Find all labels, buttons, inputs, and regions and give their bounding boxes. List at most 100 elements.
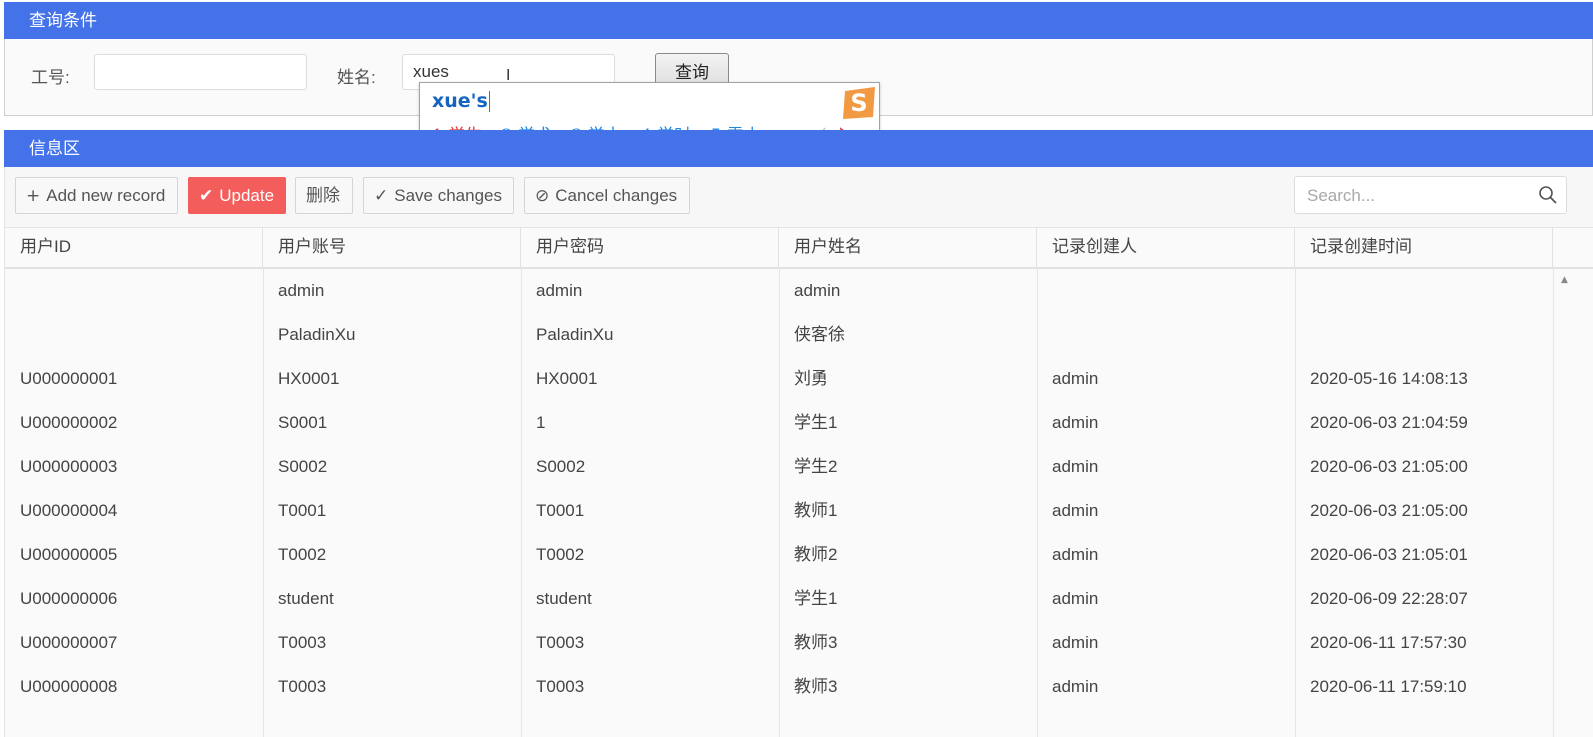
column-header[interactable]: 记录创建时间 bbox=[1295, 228, 1553, 268]
search-icon[interactable] bbox=[1538, 185, 1558, 210]
table-cell[interactable] bbox=[1037, 269, 1295, 313]
table-cell[interactable]: U000000005 bbox=[5, 533, 263, 577]
table-cell[interactable]: T0001 bbox=[263, 489, 521, 533]
table-cell[interactable]: 学生1 bbox=[779, 401, 1037, 445]
table-cell[interactable]: S0001 bbox=[263, 401, 521, 445]
table-cell[interactable]: 2020-06-03 21:05:01 bbox=[1295, 533, 1553, 577]
table-cell[interactable]: PaladinXu bbox=[263, 313, 521, 357]
table-row[interactable]: U000000002 S0001 1 学生1 admin 2020-06-03 21:04… bbox=[5, 401, 1560, 445]
table-cell[interactable]: 2020-06-03 21:04:59 bbox=[1295, 401, 1553, 445]
vertical-scrollbar[interactable]: ▲ bbox=[1559, 269, 1572, 737]
table-cell[interactable]: admin bbox=[1037, 489, 1295, 533]
search-input[interactable] bbox=[1305, 185, 1529, 207]
add-record-button[interactable]: + Add new record bbox=[15, 177, 178, 214]
update-button[interactable]: ✔ Update bbox=[188, 177, 286, 214]
check-icon: ✔ bbox=[199, 186, 214, 206]
table-cell[interactable]: admin bbox=[1037, 533, 1295, 577]
table-cell[interactable]: T0001 bbox=[521, 489, 779, 533]
info-panel-title: 信息区 bbox=[4, 130, 1593, 167]
name-label: 姓名: bbox=[337, 68, 376, 87]
scroll-up-icon[interactable]: ▲ bbox=[1561, 275, 1568, 285]
table-cell[interactable]: T0002 bbox=[521, 533, 779, 577]
table-cell[interactable]: T0003 bbox=[263, 621, 521, 665]
table-cell[interactable]: admin bbox=[1037, 621, 1295, 665]
table-cell[interactable]: admin bbox=[1037, 577, 1295, 621]
table-cell[interactable] bbox=[5, 269, 263, 313]
table-cell[interactable]: 2020-06-11 17:59:10 bbox=[1295, 665, 1553, 709]
employee-no-input[interactable] bbox=[94, 54, 307, 90]
table-cell[interactable] bbox=[1037, 313, 1295, 357]
table-cell[interactable]: admin bbox=[1037, 357, 1295, 401]
table-row[interactable]: PaladinXu PaladinXu 侠客徐 bbox=[5, 313, 1560, 357]
cancel-icon: ⊘ bbox=[535, 186, 550, 206]
check-icon: ✓ bbox=[374, 186, 389, 206]
employee-no-label: 工号: bbox=[31, 68, 70, 87]
save-changes-button[interactable]: ✓ Save changes bbox=[363, 177, 514, 214]
table-cell[interactable]: T0003 bbox=[521, 665, 779, 709]
user-grid: 用户ID 用户账号 用户密码 用户姓名 记录创建人 记录创建时间 admin ad… bbox=[4, 227, 1593, 737]
grid-header: 用户ID 用户账号 用户密码 用户姓名 记录创建人 记录创建时间 bbox=[5, 227, 1593, 269]
table-cell[interactable]: U000000007 bbox=[5, 621, 263, 665]
table-cell[interactable] bbox=[5, 313, 263, 357]
table-row[interactable]: U000000007 T0003 T0003 教师3 admin 2020-06-11 1… bbox=[5, 621, 1560, 665]
delete-button[interactable]: 删除 bbox=[295, 177, 353, 214]
table-cell[interactable]: 2020-06-11 17:57:30 bbox=[1295, 621, 1553, 665]
table-cell[interactable]: admin bbox=[1037, 665, 1295, 709]
table-cell[interactable]: T0003 bbox=[263, 665, 521, 709]
table-cell[interactable]: admin bbox=[1037, 401, 1295, 445]
table-cell[interactable]: T0002 bbox=[263, 533, 521, 577]
table-cell[interactable]: 刘勇 bbox=[779, 357, 1037, 401]
table-cell[interactable]: S0002 bbox=[263, 445, 521, 489]
table-cell[interactable]: student bbox=[263, 577, 521, 621]
table-cell[interactable]: admin bbox=[779, 269, 1037, 313]
table-row[interactable]: U000000008 T0003 T0003 教师3 admin 2020-06-11 1… bbox=[5, 665, 1560, 709]
table-cell[interactable] bbox=[1295, 269, 1553, 313]
table-cell[interactable]: U000000003 bbox=[5, 445, 263, 489]
table-cell[interactable]: HX0001 bbox=[521, 357, 779, 401]
table-row[interactable]: U000000001 HX0001 HX0001 刘勇 admin 2020-05-16 … bbox=[5, 357, 1560, 401]
table-cell[interactable]: PaladinXu bbox=[521, 313, 779, 357]
table-cell[interactable]: 侠客徐 bbox=[779, 313, 1037, 357]
table-cell[interactable]: 2020-06-03 21:05:00 bbox=[1295, 445, 1553, 489]
column-header[interactable]: 用户姓名 bbox=[779, 228, 1037, 268]
column-header[interactable]: 用户ID bbox=[5, 228, 263, 268]
plus-icon: + bbox=[26, 186, 41, 206]
table-cell[interactable]: S0002 bbox=[521, 445, 779, 489]
table-cell[interactable]: 2020-05-16 14:08:13 bbox=[1295, 357, 1553, 401]
table-cell[interactable]: 教师1 bbox=[779, 489, 1037, 533]
table-row[interactable]: admin admin admin bbox=[5, 269, 1560, 313]
table-row[interactable]: U000000003 S0002 S0002 学生2 admin 2020-06-03 2… bbox=[5, 445, 1560, 489]
table-cell[interactable]: T0003 bbox=[521, 621, 779, 665]
table-cell[interactable]: 2020-06-09 22:28:07 bbox=[1295, 577, 1553, 621]
query-panel-title: 查询条件 bbox=[4, 2, 1593, 39]
column-header[interactable]: 用户账号 bbox=[263, 228, 521, 268]
table-row[interactable]: U000000006 student student 学生1 admin 2020-06-… bbox=[5, 577, 1560, 621]
table-cell[interactable]: U000000004 bbox=[5, 489, 263, 533]
table-cell[interactable]: 教师2 bbox=[779, 533, 1037, 577]
table-cell[interactable]: U000000006 bbox=[5, 577, 263, 621]
table-cell[interactable]: 1 bbox=[521, 401, 779, 445]
ime-composition: xue's bbox=[432, 90, 490, 112]
table-cell[interactable]: U000000008 bbox=[5, 665, 263, 709]
table-cell[interactable]: 教师3 bbox=[779, 621, 1037, 665]
table-row[interactable]: U000000004 T0001 T0001 教师1 admin 2020-06-03 2… bbox=[5, 489, 1560, 533]
table-cell[interactable]: 学生2 bbox=[779, 445, 1037, 489]
column-header[interactable]: 记录创建人 bbox=[1037, 228, 1295, 268]
cancel-changes-button[interactable]: ⊘ Cancel changes bbox=[524, 177, 690, 214]
svg-text:S: S bbox=[850, 89, 867, 117]
table-cell[interactable] bbox=[1295, 313, 1553, 357]
table-cell[interactable]: U000000001 bbox=[5, 357, 263, 401]
table-cell[interactable]: HX0001 bbox=[263, 357, 521, 401]
search-box bbox=[1294, 176, 1567, 214]
table-cell[interactable]: admin bbox=[521, 269, 779, 313]
table-cell[interactable]: U000000002 bbox=[5, 401, 263, 445]
table-cell[interactable]: 2020-06-03 21:05:00 bbox=[1295, 489, 1553, 533]
table-cell[interactable]: 学生1 bbox=[779, 577, 1037, 621]
table-row[interactable]: U000000005 T0002 T0002 教师2 admin 2020-06-03 2… bbox=[5, 533, 1560, 577]
table-cell[interactable]: student bbox=[521, 577, 779, 621]
table-cell[interactable]: 教师3 bbox=[779, 665, 1037, 709]
grid-toolbar: + Add new record ✔ Update 删除 ✓ Save changes… bbox=[4, 167, 1593, 227]
column-header[interactable]: 用户密码 bbox=[521, 228, 779, 268]
table-cell[interactable]: admin bbox=[1037, 445, 1295, 489]
table-cell[interactable]: admin bbox=[263, 269, 521, 313]
